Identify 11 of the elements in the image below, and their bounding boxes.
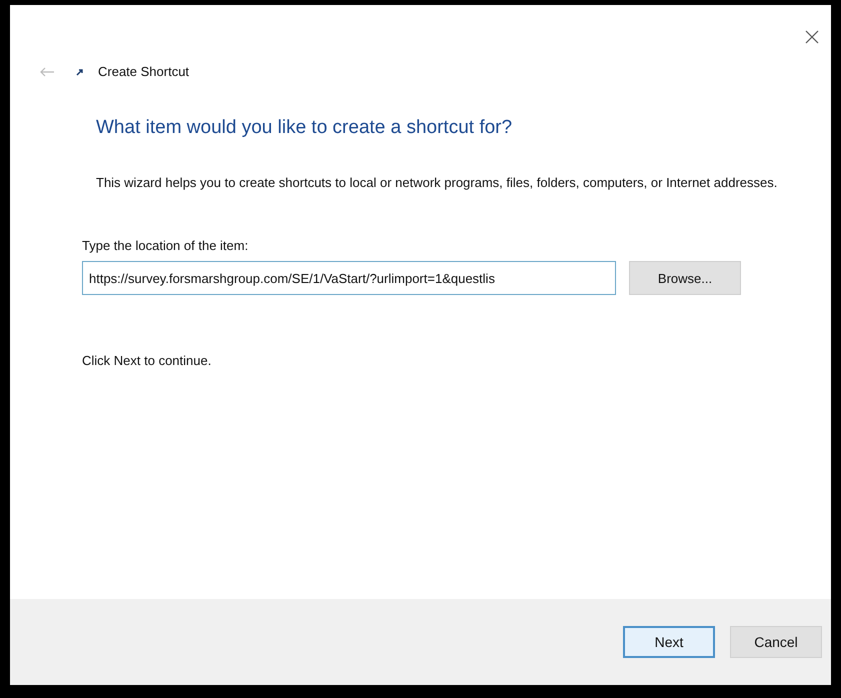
browse-button[interactable]: Browse...: [629, 261, 741, 295]
close-icon[interactable]: [805, 30, 819, 44]
window-title: Create Shortcut: [98, 64, 190, 79]
location-label: Type the location of the item:: [82, 238, 250, 253]
page-heading: What item would you like to create a shortcut for?: [96, 117, 514, 139]
cancel-button[interactable]: Cancel: [730, 626, 822, 658]
location-field[interactable]: https://survey.forsmarshgroup.com/SE/1/VaStart/?urlimport=1&questlis: [82, 261, 616, 295]
description-text: This wizard helps you to create shortcuts to local or network programs, files, folders, computers, or Internet addresses.: [96, 174, 778, 192]
next-button[interactable]: Next: [623, 626, 715, 658]
hint-text: Click Next to continue.: [82, 353, 212, 368]
shortcut-icon: [76, 68, 84, 76]
